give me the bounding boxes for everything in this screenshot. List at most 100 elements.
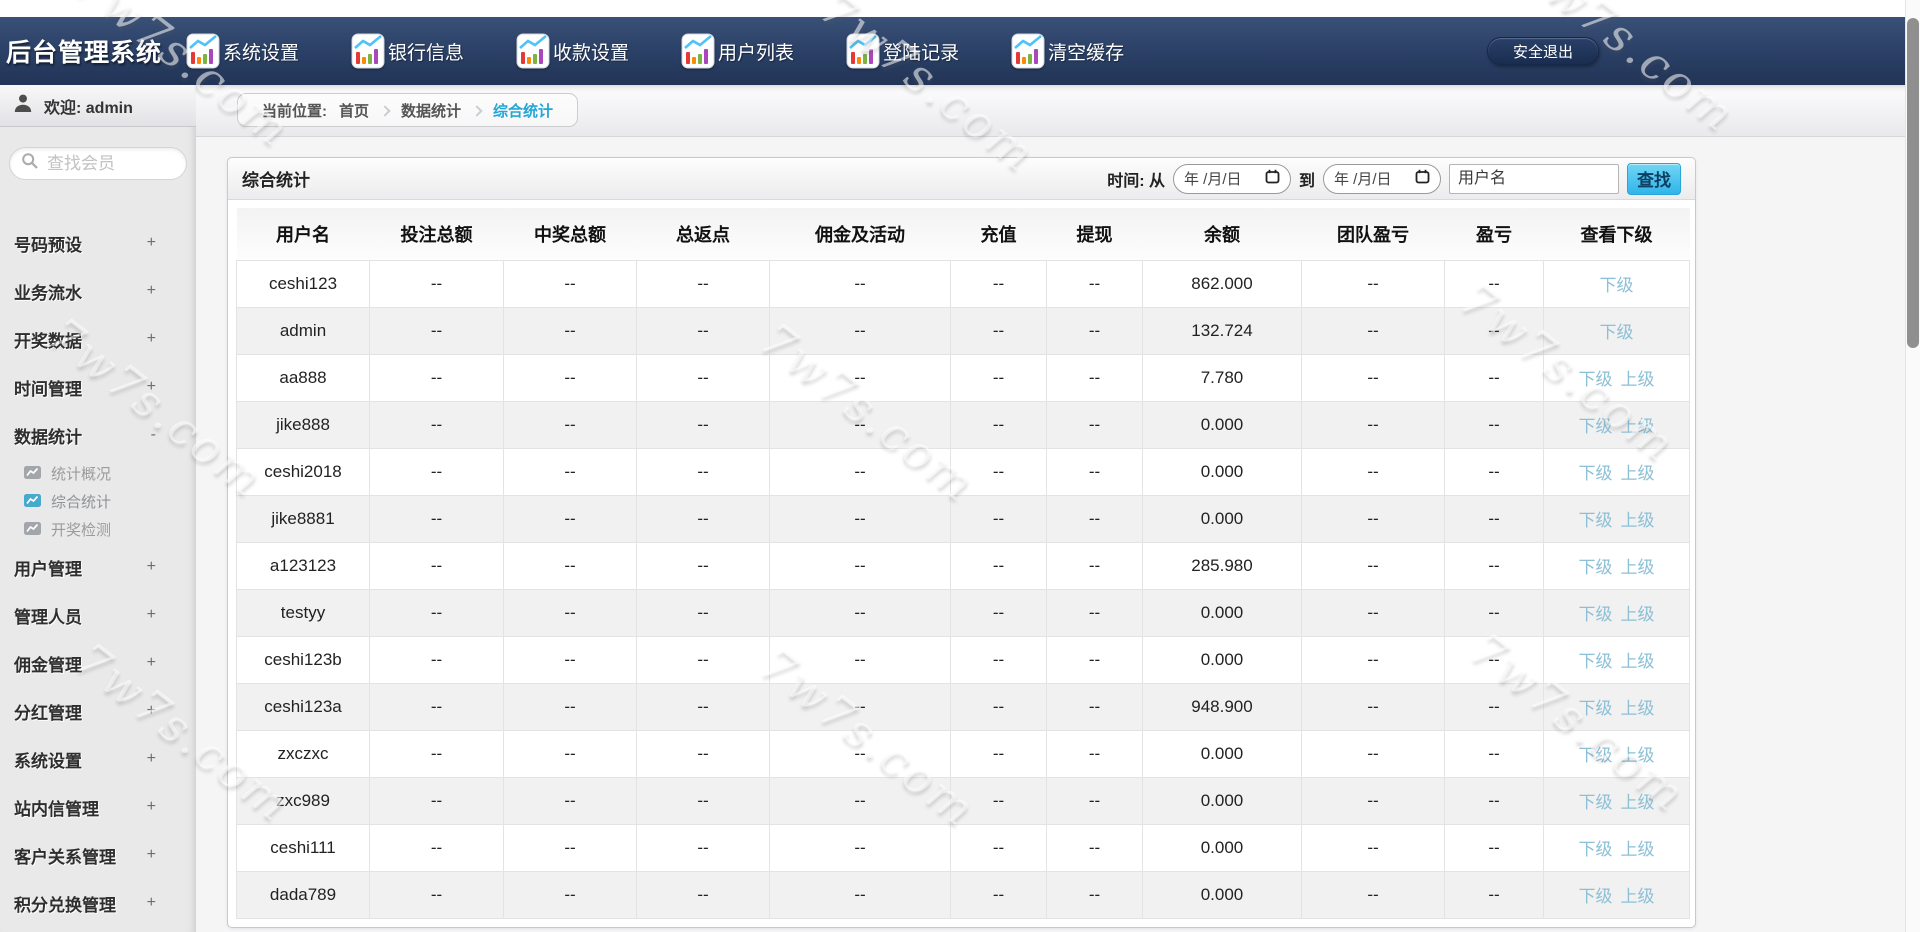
value-cell: --	[1444, 400, 1544, 449]
nav-item-5[interactable]: 登陆记录	[846, 33, 959, 69]
lower-level-link[interactable]: 下级	[1579, 558, 1613, 577]
expand-toggle-icon[interactable]: +	[147, 282, 156, 300]
lower-level-link[interactable]: 下级	[1600, 276, 1634, 295]
sidebar-item-10[interactable]: 系统设置 +	[0, 735, 196, 783]
submenu-item-2[interactable]: 综合统计	[0, 487, 196, 515]
member-search-input[interactable]	[47, 153, 177, 174]
lower-level-link[interactable]: 下级	[1579, 840, 1613, 859]
table-row: ceshi123 -- -- -- -- -- -- 862.000 -- -- 下级	[236, 259, 1690, 308]
sidebar-item-5[interactable]: 数据统计 -	[0, 411, 196, 459]
sidebar-item-6[interactable]: 用户管理 +	[0, 543, 196, 591]
upper-level-link[interactable]: 上级	[1621, 558, 1655, 577]
submenu-item-1[interactable]: 统计概况	[0, 459, 196, 487]
lower-level-link[interactable]: 下级	[1579, 464, 1613, 483]
sidebar-item-7[interactable]: 管理人员 +	[0, 591, 196, 639]
upper-level-link[interactable]: 上级	[1621, 464, 1655, 483]
expand-toggle-icon[interactable]: +	[147, 606, 156, 624]
expand-toggle-icon[interactable]: +	[147, 558, 156, 576]
sidebar-item-13[interactable]: 积分兑换管理 +	[0, 879, 196, 927]
expand-toggle-icon[interactable]: +	[147, 846, 156, 864]
expand-toggle-icon[interactable]: +	[147, 894, 156, 912]
lower-level-link[interactable]: 下级	[1579, 605, 1613, 624]
breadcrumb-item-1[interactable]: 首页	[339, 100, 369, 121]
value-cell: --	[1301, 729, 1445, 778]
upper-level-link[interactable]: 上级	[1621, 417, 1655, 436]
upper-level-link[interactable]: 上级	[1621, 511, 1655, 530]
upper-level-link[interactable]: 上级	[1621, 793, 1655, 812]
nav-item-4[interactable]: 用户列表	[681, 33, 794, 69]
nav-item-1[interactable]: 系统设置	[186, 33, 299, 69]
upper-level-link[interactable]: 上级	[1621, 840, 1655, 859]
expand-toggle-icon[interactable]: +	[147, 654, 156, 672]
date-from-input[interactable]: 年 /月/日	[1172, 163, 1291, 194]
sidebar-menu: 号码预设 + 业务流水 + 开奖数据 + 时间管理 + 数据统计 - 统计概况 综合统计 开奖检测 用户管…	[0, 219, 196, 927]
column-header: 中奖总额	[503, 208, 637, 261]
value-cell: 0.000	[1142, 588, 1302, 637]
sidebar-item-12[interactable]: 客户关系管理 +	[0, 831, 196, 879]
column-header: 用户名	[236, 208, 370, 261]
table-container: 用户名 投注总额 中奖总额 总返点 佣金及活动 充值 提现 余额 团队盈亏 盈亏 查看下级 cesh…	[228, 200, 1695, 927]
vertical-scrollbar[interactable]	[1905, 0, 1920, 932]
expand-toggle-icon[interactable]: -	[151, 426, 156, 444]
upper-level-link[interactable]: 上级	[1621, 370, 1655, 389]
upper-level-link[interactable]: 上级	[1621, 605, 1655, 624]
value-cell: 862.000	[1142, 259, 1302, 308]
calendar-icon[interactable]	[1265, 169, 1280, 188]
expand-toggle-icon[interactable]: +	[147, 702, 156, 720]
expand-toggle-icon[interactable]: +	[147, 234, 156, 252]
app-title: 后台管理系统	[6, 39, 163, 67]
value-cell: --	[503, 682, 637, 731]
lower-level-link[interactable]: 下级	[1579, 370, 1613, 389]
expand-toggle-icon[interactable]: +	[147, 798, 156, 816]
username-cell: zxczxc	[236, 729, 370, 778]
expand-toggle-icon[interactable]: +	[147, 378, 156, 396]
table-row: admin -- -- -- -- -- -- 132.724 -- -- 下级	[236, 306, 1690, 355]
lower-level-link[interactable]: 下级	[1579, 417, 1613, 436]
search-button[interactable]: 查找	[1627, 162, 1681, 195]
value-cell: --	[1301, 682, 1445, 731]
calendar-icon[interactable]	[1415, 169, 1430, 188]
table-row: a123123 -- -- -- -- -- -- 285.980 -- -- 下级 上级	[236, 541, 1690, 590]
table-row: aa888 -- -- -- -- -- -- 7.780 -- -- 下级 上级	[236, 353, 1690, 402]
value-cell: --	[369, 776, 504, 825]
sidebar-item-2[interactable]: 业务流水 +	[0, 267, 196, 315]
value-cell: --	[769, 635, 951, 684]
sidebar-item-1[interactable]: 号码预设 +	[0, 219, 196, 267]
upper-level-link[interactable]: 上级	[1621, 887, 1655, 906]
upper-level-link[interactable]: 上级	[1621, 652, 1655, 671]
upper-level-link[interactable]: 上级	[1621, 699, 1655, 718]
upper-level-link[interactable]: 上级	[1621, 746, 1655, 765]
view-subordinate-cell: 下级 上级	[1543, 635, 1690, 684]
table-row: testyy -- -- -- -- -- -- 0.000 -- -- 下级 上级	[236, 588, 1690, 637]
scrollbar-thumb[interactable]	[1907, 18, 1919, 348]
sidebar-item-label: 客户关系管理	[14, 847, 116, 867]
lower-level-link[interactable]: 下级	[1600, 323, 1634, 342]
sidebar-item-3[interactable]: 开奖数据 +	[0, 315, 196, 363]
date-to-input[interactable]: 年 /月/日	[1323, 163, 1441, 194]
nav-item-2[interactable]: 银行信息	[351, 33, 464, 69]
lower-level-link[interactable]: 下级	[1579, 699, 1613, 718]
breadcrumb-item-2[interactable]: 数据统计	[401, 100, 461, 121]
sidebar-item-label: 数据统计	[14, 427, 82, 447]
value-cell: --	[1301, 776, 1445, 825]
expand-toggle-icon[interactable]: +	[147, 750, 156, 768]
lower-level-link[interactable]: 下级	[1579, 511, 1613, 530]
nav-item-6[interactable]: 清空缓存	[1011, 33, 1124, 69]
value-cell: --	[1444, 776, 1544, 825]
value-cell: --	[503, 635, 637, 684]
sidebar-item-8[interactable]: 佣金管理 +	[0, 639, 196, 687]
submenu-item-3[interactable]: 开奖检测	[0, 515, 196, 543]
lower-level-link[interactable]: 下级	[1579, 793, 1613, 812]
lower-level-link[interactable]: 下级	[1579, 887, 1613, 906]
lower-level-link[interactable]: 下级	[1579, 746, 1613, 765]
sidebar-item-9[interactable]: 分红管理 +	[0, 687, 196, 735]
sidebar-item-4[interactable]: 时间管理 +	[0, 363, 196, 411]
sidebar-item-11[interactable]: 站内信管理 +	[0, 783, 196, 831]
username-input[interactable]	[1449, 163, 1619, 194]
member-search-box[interactable]	[9, 147, 187, 180]
lower-level-link[interactable]: 下级	[1579, 652, 1613, 671]
expand-toggle-icon[interactable]: +	[147, 330, 156, 348]
nav-item-3[interactable]: 收款设置	[516, 33, 629, 69]
username-cell: aa888	[236, 353, 370, 402]
logout-button[interactable]: 安全退出	[1487, 37, 1599, 65]
